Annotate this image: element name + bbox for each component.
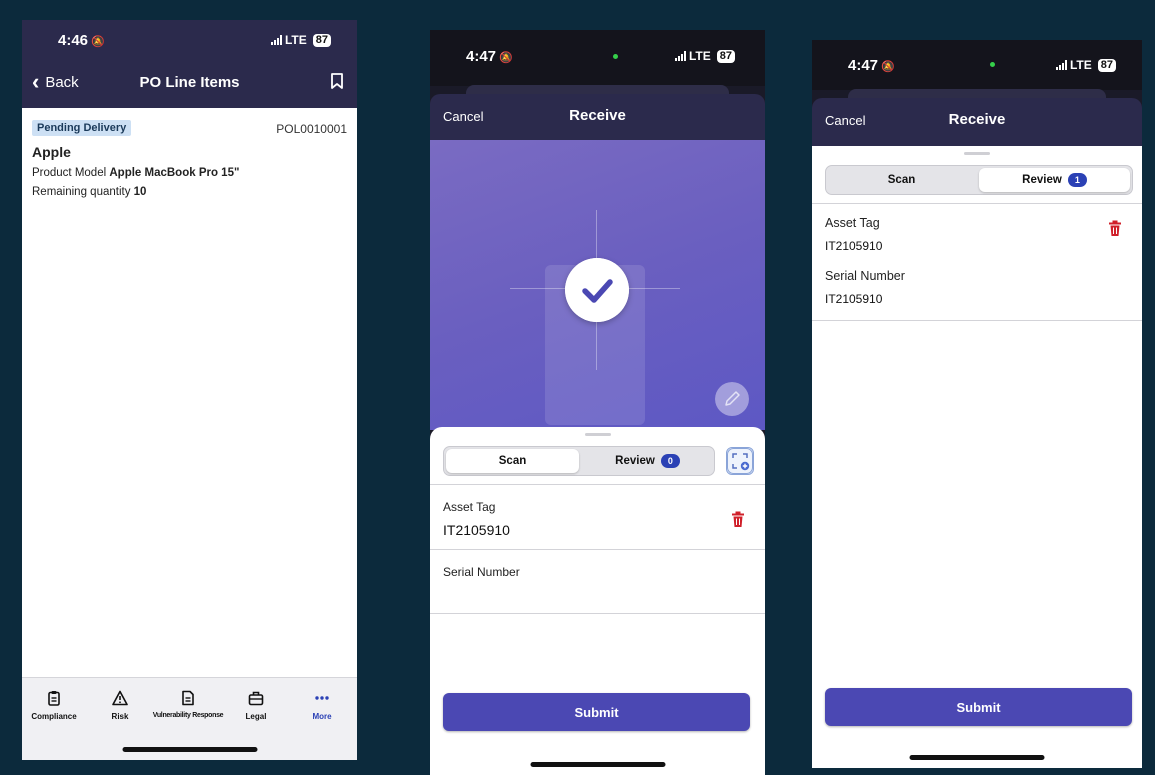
status-bar: 4:47 🔕 LTE 87 (812, 40, 1142, 90)
phone-receive-scan: 4:47 🔕 LTE 87 Cancel Receive Scan Review 0… (430, 30, 765, 775)
segment-review-label: Review (615, 455, 655, 467)
home-indicator (909, 755, 1045, 760)
status-signal: LTE 87 (674, 49, 735, 63)
status-signal: LTE 87 (270, 33, 331, 47)
tab-legal[interactable]: Legal (238, 690, 274, 721)
sheet-body: Scan Review 1 Asset Tag IT2105910 Serial … (812, 146, 1142, 768)
trash-icon[interactable] (1108, 220, 1122, 237)
review-count-badge: 1 (1067, 173, 1087, 187)
home-indicator (530, 762, 665, 767)
battery-icon: 87 (716, 49, 735, 63)
camera-indicator-dot (990, 62, 995, 67)
home-indicator (122, 747, 257, 752)
battery-icon: 87 (312, 33, 331, 47)
submit-button[interactable]: Submit (825, 688, 1132, 726)
network-label: LTE (284, 33, 307, 47)
segment-review[interactable]: Review 1 (979, 168, 1130, 192)
phone-po-line-items: 4:46 🔕 LTE 87 ‹ Back PO Line Items Pendin… (22, 20, 357, 760)
serial-number-label: Serial Number (443, 565, 520, 579)
nav-bar: Cancel Receive (812, 98, 1142, 146)
status-badge: Pending Delivery (32, 120, 132, 136)
phone-receive-review: 4:47 🔕 LTE 87 Cancel Receive Scan Review 1… (812, 40, 1142, 768)
po-line-item-card[interactable]: Pending Delivery POL0010001 Apple Produc… (22, 108, 357, 210)
divider (812, 320, 1142, 321)
status-bar: 4:46 🔕 LTE 87 (22, 20, 357, 60)
tab-legal-label: Legal (245, 712, 267, 721)
po-line-number: POL0010001 (276, 122, 347, 136)
tab-compliance[interactable]: Compliance (28, 690, 80, 721)
silent-bell-icon: 🔕 (91, 36, 105, 48)
divider (812, 203, 1142, 204)
review-count-badge: 0 (660, 454, 680, 468)
remaining-quantity-row: Remaining quantity 10 (32, 186, 347, 198)
divider (430, 549, 765, 550)
segment-scan-label: Scan (887, 174, 916, 186)
product-model-label: Product Model (32, 167, 107, 179)
tab-more[interactable]: More (304, 690, 340, 721)
asset-tag-label: Asset Tag (443, 500, 496, 514)
page-title: PO Line Items (139, 74, 240, 91)
tab-risk-label: Risk (111, 712, 129, 721)
network-label: LTE (1069, 58, 1092, 72)
network-label: LTE (688, 49, 711, 63)
asset-tag-value: IT2105910 (825, 239, 883, 253)
segment-scan[interactable]: Scan (446, 449, 579, 473)
tab-vulnerability-response[interactable]: Vulnerability Response (146, 690, 230, 719)
status-time: 4:46 🔕 (58, 32, 105, 49)
silent-bell-icon: 🔕 (881, 61, 895, 73)
status-bar: 4:47 🔕 LTE 87 (430, 30, 765, 86)
briefcase-icon (248, 691, 264, 706)
segment-review[interactable]: Review 0 (581, 447, 714, 475)
tab-vulnerability-response-label: Vulnerability Response (152, 712, 224, 719)
trash-icon[interactable] (731, 511, 745, 528)
vendor-name: Apple (32, 144, 71, 160)
page-title: Receive (948, 111, 1006, 128)
signal-icon (674, 51, 686, 61)
nav-bar: ‹ Back PO Line Items (22, 60, 357, 108)
battery-icon: 87 (1097, 58, 1116, 72)
camera-viewfinder[interactable] (430, 140, 765, 430)
signal-icon (270, 35, 282, 45)
status-time: 4:47 🔕 (848, 57, 895, 74)
asset-tag-label: Asset Tag (825, 216, 880, 230)
silent-bell-icon: 🔕 (499, 52, 513, 64)
tab-compliance-label: Compliance (31, 712, 77, 721)
more-dots-icon (315, 696, 329, 700)
clipboard-icon (48, 691, 60, 706)
segment-scan[interactable]: Scan (826, 166, 977, 194)
status-time: 4:47 🔕 (466, 48, 513, 65)
scan-add-icon[interactable] (726, 447, 754, 475)
tab-more-label: More (312, 712, 332, 721)
product-model-row: Product Model Apple MacBook Pro 15" (32, 167, 347, 179)
tab-risk[interactable]: Risk (102, 690, 138, 721)
segment-scan-label: Scan (498, 455, 527, 467)
sheet-grabber[interactable] (964, 152, 990, 155)
bottom-sheet: Scan Review 0 Asset Tag IT2105910 Serial … (430, 427, 765, 775)
submit-button[interactable]: Submit (443, 693, 750, 731)
scan-review-segmented-control: Scan Review 0 (443, 446, 715, 476)
page-title: Receive (569, 107, 626, 124)
document-icon (182, 690, 194, 706)
tab-bar: Compliance Risk Vulnerability Response L… (22, 677, 357, 760)
divider (430, 484, 765, 485)
checkmark-icon (565, 258, 629, 322)
signal-icon (1055, 60, 1067, 70)
asset-tag-value[interactable]: IT2105910 (443, 522, 510, 538)
pencil-icon[interactable] (715, 382, 749, 416)
serial-number-value: IT2105910 (825, 292, 883, 306)
remaining-quantity-value: 10 (133, 186, 147, 198)
serial-number-label: Serial Number (825, 269, 905, 283)
product-model-value: Apple MacBook Pro 15" (109, 167, 240, 179)
remaining-quantity-label: Remaining quantity (32, 186, 131, 198)
bookmark-icon[interactable] (331, 73, 343, 89)
nav-bar: Cancel Receive (430, 94, 765, 140)
divider (430, 613, 765, 614)
segment-review-label: Review (1022, 174, 1062, 186)
camera-indicator-dot (613, 54, 618, 59)
status-signal: LTE 87 (1055, 58, 1116, 72)
sheet-grabber[interactable] (584, 433, 611, 436)
scan-review-segmented-control: Scan Review 1 (825, 165, 1133, 195)
warning-icon (112, 690, 128, 706)
